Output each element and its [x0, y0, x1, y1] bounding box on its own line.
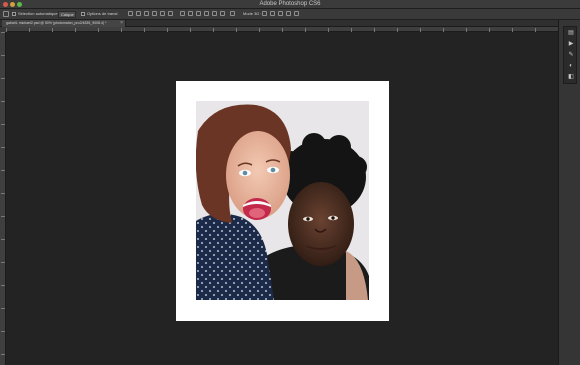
align-bottom-icon[interactable]	[144, 11, 149, 16]
couple-photo-image	[196, 101, 369, 300]
auto-select-checkbox[interactable]	[12, 12, 16, 16]
ruler-tick	[1, 170, 5, 171]
document-tab[interactable]: gabarit- michael2.psd @ 50% (photomaton_…	[2, 20, 126, 27]
distribute-vcenter-icon[interactable]	[188, 11, 193, 16]
distribute-right-icon[interactable]	[220, 11, 225, 16]
brush-icon[interactable]: ✎	[567, 52, 575, 59]
move-tool-icon[interactable]	[3, 11, 9, 17]
ruler-tick	[1, 55, 5, 56]
app-title: Adobe Photoshop CS6	[259, 1, 321, 7]
slide-3d-icon[interactable]	[286, 11, 291, 16]
transform-controls-checkbox[interactable]	[81, 12, 85, 16]
ruler-tick	[1, 354, 5, 355]
ruler-tick	[1, 147, 5, 148]
ruler-tick	[1, 285, 5, 286]
roll-3d-icon[interactable]	[270, 11, 275, 16]
ruler-tick	[1, 32, 5, 33]
rotate-3d-icon[interactable]	[262, 11, 267, 16]
document-tab-label: gabarit- michael2.psd @ 50% (photomaton_…	[6, 21, 107, 25]
ruler-tick	[1, 331, 5, 332]
document-canvas[interactable]	[176, 81, 389, 321]
align-left-icon[interactable]	[152, 11, 157, 16]
ruler-tick	[1, 239, 5, 240]
play-icon[interactable]: ▶	[567, 41, 575, 48]
adjust-icon[interactable]: ◐	[567, 63, 575, 70]
canvas-workspace[interactable]	[6, 32, 558, 365]
transform-controls-label: Options de transf.	[87, 11, 119, 16]
title-bar: Adobe Photoshop CS6	[0, 0, 580, 9]
collapsed-panels: ▤ ▶ ✎ ◐ ◧	[563, 26, 577, 84]
ruler-tick	[1, 216, 5, 217]
ruler-tick	[1, 262, 5, 263]
align-right-icon[interactable]	[168, 11, 173, 16]
align-vcenter-icon[interactable]	[136, 11, 141, 16]
close-icon[interactable]: ×	[120, 20, 123, 26]
align-hcenter-icon[interactable]	[160, 11, 165, 16]
ruler-tick	[1, 308, 5, 309]
panel-dock: ▤ ▶ ✎ ◐ ◧	[558, 20, 580, 365]
ruler-tick	[1, 124, 5, 125]
ruler-tick	[1, 78, 5, 79]
scale-3d-icon[interactable]	[294, 11, 299, 16]
options-bar: Sélection automatique : Calque Options d…	[0, 9, 580, 20]
distribute-hcenter-icon[interactable]	[212, 11, 217, 16]
distribute-top-icon[interactable]	[180, 11, 185, 16]
history-icon[interactable]: ▤	[567, 30, 575, 37]
align-top-icon[interactable]	[128, 11, 133, 16]
ruler-tick	[1, 193, 5, 194]
auto-select-label: Sélection automatique :	[18, 11, 60, 16]
distribute-left-icon[interactable]	[204, 11, 209, 16]
layers-icon[interactable]: ◧	[567, 74, 575, 81]
distribute-bottom-icon[interactable]	[196, 11, 201, 16]
auto-select-dropdown[interactable]: Calque	[58, 11, 76, 18]
ruler-tick	[1, 101, 5, 102]
photo-layer[interactable]	[196, 101, 369, 300]
document-tab-bar: gabarit- michael2.psd @ 50% (photomaton_…	[0, 20, 558, 27]
mode-3d-label: Mode 3D :	[243, 11, 262, 16]
drag-3d-icon[interactable]	[278, 11, 283, 16]
auto-align-icon[interactable]	[230, 11, 235, 16]
